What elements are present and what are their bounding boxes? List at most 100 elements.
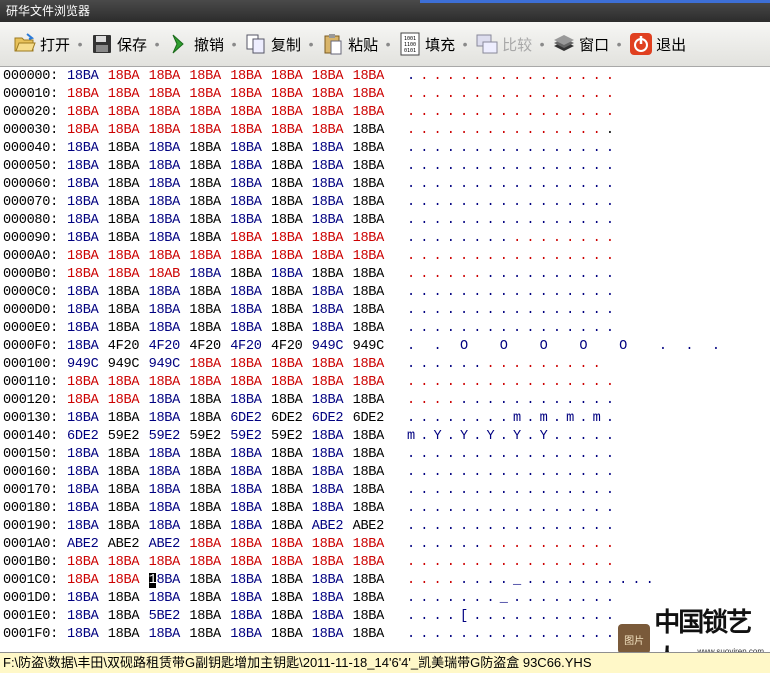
- window-button[interactable]: 窗口: [549, 28, 612, 60]
- hex-cell[interactable]: 18BA: [230, 104, 262, 122]
- hex-cell[interactable]: 18BA: [271, 122, 303, 140]
- hex-cell[interactable]: 18BA: [108, 446, 140, 464]
- hex-cell[interactable]: 18BA: [271, 104, 303, 122]
- hex-cell[interactable]: 18BA: [108, 626, 140, 644]
- hex-cell[interactable]: 18BA: [312, 86, 344, 104]
- hex-cell[interactable]: 18BA: [230, 374, 262, 392]
- hex-cell[interactable]: 18BA: [189, 356, 221, 374]
- hex-cell[interactable]: 18BA: [189, 482, 221, 500]
- hex-cell[interactable]: 18BA: [189, 536, 221, 554]
- hex-cell[interactable]: 18BA: [67, 266, 99, 284]
- hex-row[interactable]: 0000A0: 18BA 18BA 18BA 18BA 18BA 18BA 18BA 18BA.…: [0, 248, 770, 266]
- hex-cell[interactable]: 18BA: [230, 86, 262, 104]
- hex-cell[interactable]: 18BA: [312, 608, 344, 626]
- hex-cell[interactable]: 18BA: [312, 302, 344, 320]
- hex-cell[interactable]: 18BA: [67, 212, 99, 230]
- hex-cell[interactable]: 18BA: [230, 482, 262, 500]
- hex-cell[interactable]: 949C: [67, 356, 99, 374]
- hex-cell[interactable]: 18BA: [108, 590, 140, 608]
- ascii-column[interactable]: ................: [407, 392, 619, 410]
- hex-cell[interactable]: 18BA: [149, 194, 181, 212]
- hex-cell[interactable]: 18BA: [230, 572, 262, 590]
- hex-cell[interactable]: 18BA: [353, 194, 385, 212]
- hex-cell[interactable]: 18BA: [67, 68, 99, 86]
- hex-cell[interactable]: ABE2: [149, 536, 181, 554]
- hex-row[interactable]: 000010: 18BA 18BA 18BA 18BA 18BA 18BA 18BA 18BA.…: [0, 86, 770, 104]
- hex-cell[interactable]: 18BA: [230, 392, 262, 410]
- hex-cell[interactable]: 18BA: [149, 158, 181, 176]
- hex-cell[interactable]: 5BE2: [149, 608, 181, 626]
- hex-cell[interactable]: 18BA: [189, 230, 221, 248]
- hex-row[interactable]: 0000B0: 18BA 18BA 18AB 18BA 18BA 18BA 18BA 18BA.…: [0, 266, 770, 284]
- ascii-column[interactable]: ................: [407, 284, 619, 302]
- hex-cell[interactable]: ABE2: [67, 536, 99, 554]
- hex-cell[interactable]: 18BA: [108, 266, 140, 284]
- hex-cell[interactable]: 59E2: [230, 428, 262, 446]
- hex-cell[interactable]: 18BA: [271, 608, 303, 626]
- hex-cell[interactable]: 18BA: [271, 212, 303, 230]
- hex-cell[interactable]: 18BA: [108, 320, 140, 338]
- hex-cell[interactable]: 18BA: [189, 140, 221, 158]
- hex-cell[interactable]: 18BA: [148, 572, 180, 590]
- hex-cell[interactable]: 18BA: [271, 572, 303, 590]
- hex-cell[interactable]: 18BA: [149, 212, 181, 230]
- hex-cell[interactable]: 4F20: [108, 338, 140, 356]
- hex-cell[interactable]: 18BA: [353, 428, 385, 446]
- hex-cell[interactable]: 18BA: [189, 590, 221, 608]
- hex-cell[interactable]: 18BA: [353, 122, 385, 140]
- hex-cell[interactable]: 18BA: [353, 302, 385, 320]
- hex-cell[interactable]: 18BA: [230, 140, 262, 158]
- hex-cell[interactable]: 18BA: [353, 500, 385, 518]
- hex-row[interactable]: 000140: 6DE2 59E2 59E2 59E2 59E2 59E2 18BA 18BA m…: [0, 428, 770, 446]
- hex-cell[interactable]: 18BA: [149, 554, 181, 572]
- hex-cell[interactable]: 18BA: [230, 194, 262, 212]
- hex-cell[interactable]: 18BA: [67, 104, 99, 122]
- hex-cell[interactable]: 18BA: [189, 194, 221, 212]
- save-button[interactable]: 保存: [87, 28, 150, 60]
- ascii-column[interactable]: ......._........: [407, 590, 619, 608]
- hex-row[interactable]: 000050: 18BA 18BA 18BA 18BA 18BA 18BA 18BA 18BA.…: [0, 158, 770, 176]
- fill-button[interactable]: 1001 1100 0101 填充: [395, 28, 458, 60]
- paste-button[interactable]: 粘贴: [318, 28, 381, 60]
- hex-cell[interactable]: 18BA: [67, 338, 99, 356]
- exit-button[interactable]: 退出: [626, 28, 689, 60]
- hex-cell[interactable]: 18BA: [67, 410, 99, 428]
- hex-row[interactable]: 0001B0: 18BA 18BA 18BA 18BA 18BA 18BA 18BA 18BA.…: [0, 554, 770, 572]
- hex-cell[interactable]: 18BA: [271, 590, 303, 608]
- hex-cell[interactable]: 18BA: [271, 68, 303, 86]
- ascii-column[interactable]: ................: [407, 518, 619, 536]
- hex-cell[interactable]: 18BA: [312, 590, 344, 608]
- hex-cell[interactable]: 18BA: [67, 446, 99, 464]
- hex-cell[interactable]: 18BA: [108, 212, 140, 230]
- hex-cell[interactable]: 18BA: [353, 104, 385, 122]
- hex-cell[interactable]: 18BA: [108, 464, 140, 482]
- hex-cell[interactable]: 18BA: [353, 212, 385, 230]
- hex-cell[interactable]: 18BA: [312, 626, 344, 644]
- hex-cell[interactable]: 18BA: [189, 518, 221, 536]
- hex-cell[interactable]: 18BA: [312, 176, 344, 194]
- compare-button[interactable]: 比较: [472, 28, 535, 60]
- hex-cell[interactable]: 18BA: [189, 176, 221, 194]
- hex-row[interactable]: 000150: 18BA 18BA 18BA 18BA 18BA 18BA 18BA 18BA.…: [0, 446, 770, 464]
- hex-cell[interactable]: 4F20: [149, 338, 181, 356]
- hex-cell[interactable]: 18BA: [271, 464, 303, 482]
- hex-row[interactable]: 000130: 18BA 18BA 18BA 18BA 6DE2 6DE2 6DE2 6DE2.…: [0, 410, 770, 428]
- hex-cell[interactable]: 18BA: [353, 590, 385, 608]
- hex-cell[interactable]: 18BA: [108, 248, 140, 266]
- hex-cell[interactable]: 18BA: [67, 248, 99, 266]
- hex-row[interactable]: 000090: 18BA 18BA 18BA 18BA 18BA 18BA 18BA 18BA.…: [0, 230, 770, 248]
- hex-cell[interactable]: 18BA: [149, 446, 181, 464]
- hex-cell[interactable]: 18BA: [108, 158, 140, 176]
- hex-cell[interactable]: 18BA: [189, 302, 221, 320]
- hex-cell[interactable]: 18BA: [271, 356, 303, 374]
- hex-cell[interactable]: ABE2: [108, 536, 140, 554]
- hex-cell[interactable]: 18BA: [312, 158, 344, 176]
- hex-cell[interactable]: 18BA: [149, 230, 181, 248]
- hex-cell[interactable]: 18BA: [189, 392, 221, 410]
- hex-cell[interactable]: 18BA: [230, 212, 262, 230]
- ascii-column[interactable]: ................: [407, 194, 619, 212]
- hex-cell[interactable]: 18BA: [67, 518, 99, 536]
- hex-cell[interactable]: 18BA: [189, 284, 221, 302]
- hex-cell[interactable]: 18BA: [353, 626, 385, 644]
- hex-row[interactable]: 000170: 18BA 18BA 18BA 18BA 18BA 18BA 18BA 18BA.…: [0, 482, 770, 500]
